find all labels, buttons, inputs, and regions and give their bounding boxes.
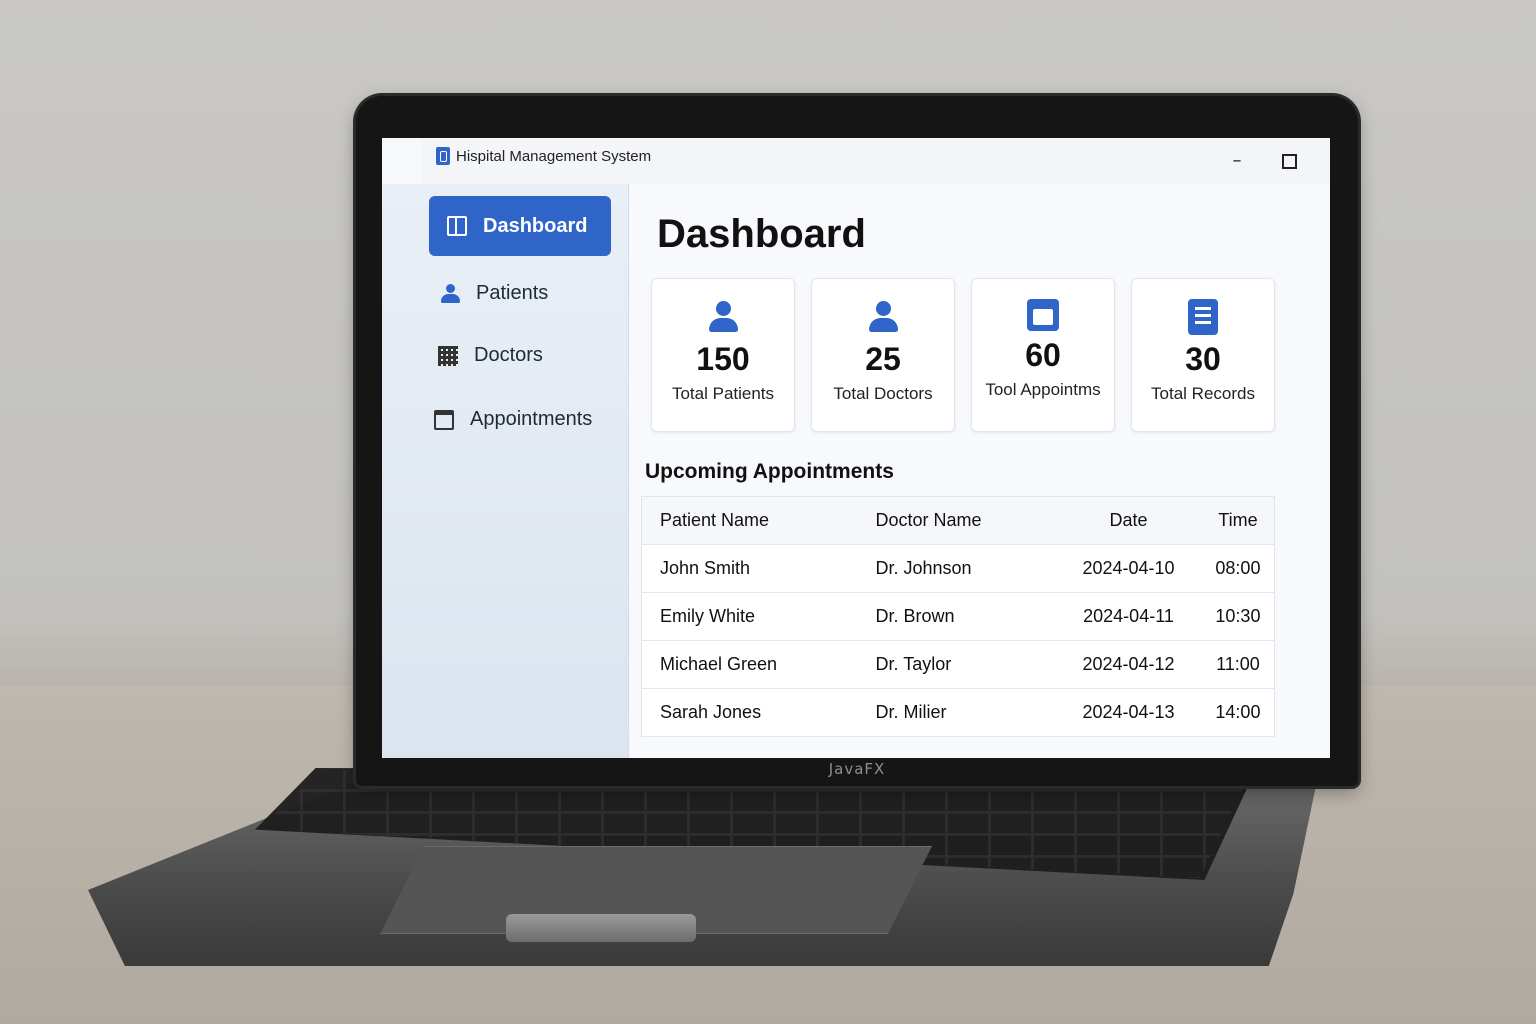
stat-value: 25 <box>865 341 901 377</box>
stat-value: 30 <box>1185 341 1221 377</box>
calendar-icon <box>434 409 454 430</box>
cell-date: 2024-04-12 <box>1055 640 1202 689</box>
person-icon <box>440 283 460 304</box>
appointments-table: Patient Name Doctor Name Date Time John … <box>641 496 1275 737</box>
stat-card-doctors[interactable]: 25 Total Doctors <box>811 278 955 432</box>
column-header[interactable]: Time <box>1201 496 1275 545</box>
cell-patient: Sarah Jones <box>641 688 858 737</box>
maximize-icon <box>1281 154 1297 169</box>
column-header[interactable]: Doctor Name <box>857 496 1056 545</box>
cell-patient: Emily White <box>641 592 858 641</box>
close-button[interactable]: ✕ <box>1326 148 1330 174</box>
cell-doctor: Dr. Brown <box>857 592 1056 641</box>
table-row[interactable]: Emily White Dr. Brown 2024-04-11 10:30 <box>641 592 1275 641</box>
cell-doctor: Dr. Johnson <box>857 544 1056 593</box>
stat-label: Tool Appointms <box>985 380 1101 399</box>
cell-doctor: Dr. Taylor <box>857 640 1056 689</box>
stat-card-records[interactable]: 30 Total Records <box>1131 278 1275 432</box>
cell-date: 2024-04-10 <box>1055 544 1202 593</box>
cell-date: 2024-04-11 <box>1055 592 1202 641</box>
sidebar-item-label: Doctors <box>474 344 543 366</box>
window-title: Hispital Management System <box>456 148 652 165</box>
brand-label: JavaFX <box>828 760 886 778</box>
sidebar-item-appointments[interactable]: Appointments <box>434 408 592 431</box>
page-title: Dashboard <box>657 212 866 256</box>
section-title: Upcoming Appointments <box>645 460 894 483</box>
table-header-row: Patient Name Doctor Name Date Time <box>641 496 1275 545</box>
maximize-button[interactable] <box>1274 148 1304 174</box>
sidebar-item-doctors[interactable]: Doctors <box>438 344 543 367</box>
column-header[interactable]: Patient Name <box>641 496 858 545</box>
sidebar-item-label: Appointments <box>470 408 593 430</box>
document-icon <box>1188 299 1218 335</box>
cell-time: 14:00 <box>1201 688 1275 737</box>
title-bar: Hispital Management System – ✕ <box>422 138 1330 185</box>
dashboard-icon <box>447 216 467 236</box>
cell-time: 10:30 <box>1201 592 1275 641</box>
stat-label: Total Patients <box>671 384 775 403</box>
stat-value: 150 <box>696 341 750 377</box>
sidebar: Dashboard Patients Doctors Appointments <box>382 184 629 758</box>
building-icon <box>438 345 458 366</box>
table-row[interactable]: John Smith Dr. Johnson 2024-04-10 08:00 <box>641 544 1275 593</box>
minimize-button[interactable]: – <box>1222 148 1252 174</box>
table-row[interactable]: Sarah Jones Dr. Milier 2024-04-13 14:00 <box>641 688 1275 737</box>
laptop-hinge <box>506 914 696 942</box>
cell-time: 11:00 <box>1201 640 1275 689</box>
stat-value: 60 <box>1025 337 1061 373</box>
sidebar-item-dashboard[interactable]: Dashboard <box>429 196 611 256</box>
sidebar-item-label: Dashboard <box>483 214 588 237</box>
calendar-icon <box>1027 299 1059 331</box>
cell-date: 2024-04-13 <box>1055 688 1202 737</box>
column-header[interactable]: Date <box>1055 496 1202 545</box>
main-content: Dashboard 150 Total Patients 25 Total Do… <box>629 184 1330 758</box>
cell-patient: Michael Green <box>641 640 858 689</box>
person-icon <box>707 299 739 335</box>
cell-doctor: Dr. Milier <box>857 688 1056 737</box>
table-row[interactable]: Michael Green Dr. Taylor 2024-04-12 11:0… <box>641 640 1275 689</box>
cell-patient: John Smith <box>641 544 858 593</box>
stat-label: Total Doctors <box>833 384 933 403</box>
app-icon <box>436 147 450 165</box>
sidebar-item-label: Patients <box>476 282 549 304</box>
stat-card-appointments[interactable]: 60 Tool Appointms <box>971 278 1115 432</box>
app-window: Hispital Management System – ✕ Dashboard… <box>382 138 1330 758</box>
stat-card-patients[interactable]: 150 Total Patients <box>651 278 795 432</box>
sidebar-item-patients[interactable]: Patients <box>440 282 548 305</box>
person-icon <box>867 299 899 335</box>
stat-label: Total Records <box>1151 384 1255 403</box>
cell-time: 08:00 <box>1201 544 1275 593</box>
